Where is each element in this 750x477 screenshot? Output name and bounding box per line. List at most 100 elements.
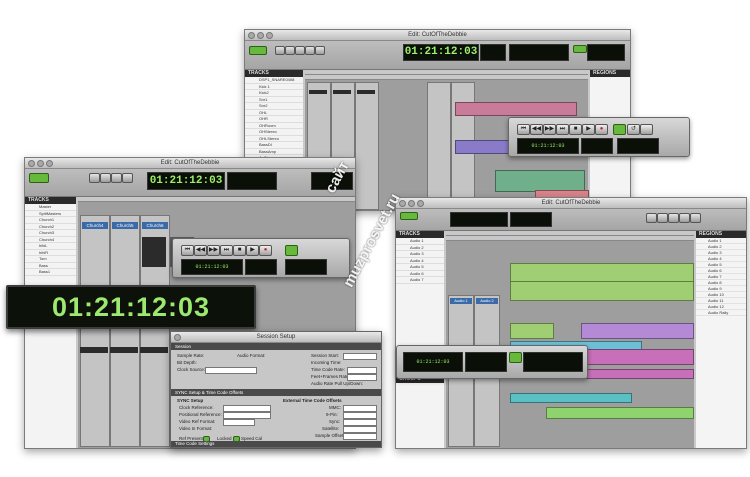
select-tool-button[interactable] (111, 173, 122, 183)
markers-ruler[interactable] (446, 236, 694, 241)
sample-offset-field[interactable] (343, 433, 377, 440)
online-button[interactable] (509, 352, 522, 363)
ninepin-label: 9-Pin: (326, 412, 338, 417)
dialog-title: Session Setup (256, 334, 296, 340)
clock-reference-select[interactable] (223, 405, 271, 412)
grid-button[interactable] (573, 45, 587, 53)
ffwd-button[interactable]: ▶▶ (207, 245, 220, 256)
transport-counter-2 (581, 138, 613, 154)
channel-name[interactable]: Church4 (82, 222, 108, 229)
transport-tempo (285, 259, 327, 275)
mode-button[interactable] (400, 212, 418, 220)
transport-tempo (617, 138, 659, 154)
audio-region[interactable] (581, 349, 694, 365)
sync-field[interactable] (343, 419, 377, 426)
clock-reference-label: Clock Reference: (179, 405, 214, 410)
clock-source-select[interactable] (205, 367, 257, 374)
nudge-display (509, 44, 569, 61)
trim-tool-button[interactable] (657, 213, 668, 223)
ffwd-button[interactable]: ▶▶ (543, 124, 556, 135)
mode-button[interactable] (249, 46, 267, 55)
timeline-ruler[interactable] (78, 197, 355, 202)
zoom-button[interactable] (646, 213, 657, 223)
go-to-end-button[interactable]: ⏭ (556, 124, 569, 135)
record-button[interactable]: ● (595, 124, 608, 135)
channel-name[interactable]: Audio 2 (476, 298, 498, 304)
online-button[interactable] (613, 124, 626, 135)
channel-name[interactable]: Audio 1 (450, 298, 472, 304)
positional-reference-select[interactable] (223, 412, 271, 419)
grabber-tool-button[interactable] (122, 173, 133, 183)
title-bar: Edit: CutOfTheDebbie (25, 158, 355, 169)
sync-setup-label: SYNC Setup (177, 398, 204, 403)
insert-slot[interactable] (142, 237, 166, 267)
play-button[interactable]: ▶ (246, 245, 259, 256)
record-button[interactable]: ● (259, 245, 272, 256)
regions-list[interactable]: Audio 1 Audio 2 Audio 3 Audio 4 Audio 5 … (696, 238, 746, 448)
insert-slot[interactable] (309, 90, 327, 94)
play-button[interactable]: ▶ (582, 124, 595, 135)
stop-button[interactable]: ■ (569, 124, 582, 135)
insert-slot[interactable] (333, 90, 351, 94)
prerole-button[interactable] (640, 124, 653, 135)
trim-tool-button[interactable] (285, 46, 295, 55)
groups-list[interactable] (396, 383, 444, 448)
mode-button[interactable] (29, 173, 49, 183)
mmc-field[interactable] (343, 405, 377, 412)
ninepin-field[interactable] (343, 412, 377, 419)
audio-region[interactable] (510, 263, 694, 283)
pencil-tool-button[interactable] (690, 213, 701, 223)
select-tool-button[interactable] (668, 213, 679, 223)
audio-region[interactable] (510, 323, 554, 339)
transport-counter: 01:21:12:03 (517, 138, 579, 154)
toolbar: 01:21:12:03 (25, 169, 355, 197)
video-ref-format-select[interactable] (223, 419, 255, 426)
audio-region[interactable] (510, 281, 694, 301)
track-list-item[interactable]: Bass1 (25, 269, 76, 276)
return-to-zero-button[interactable]: ⏮ (517, 124, 530, 135)
satellite-field[interactable] (343, 426, 377, 433)
loop-button[interactable]: ↺ (627, 124, 640, 135)
insert-slot[interactable] (357, 90, 375, 94)
title-bar: Edit: CutOfTheDebbie (396, 198, 746, 209)
region-item[interactable]: Audio Rally (696, 310, 746, 316)
track-list-item[interactable]: Audio 7 (396, 277, 444, 284)
session-start-field[interactable] (343, 353, 377, 360)
transport-tempo (523, 352, 583, 372)
go-to-end-button[interactable]: ⏭ (220, 245, 233, 256)
grabber-tool-button[interactable] (305, 46, 315, 55)
zoom-button[interactable] (275, 46, 285, 55)
stop-button[interactable]: ■ (233, 245, 246, 256)
session-start-label: Session Start: (311, 353, 340, 358)
clock-source-label: Clock Source: (177, 367, 206, 372)
session-setup-dialog: Session Setup Session Sample Rate: Bit D… (170, 331, 382, 448)
online-button[interactable] (285, 245, 298, 256)
audio-region[interactable] (455, 102, 577, 116)
insert-slot[interactable] (110, 347, 138, 353)
pencil-tool-button[interactable] (315, 46, 325, 55)
transport-window: ⏮ ◀◀ ▶▶ ⏭ ■ ▶ ● 01:21:12:03 (172, 238, 350, 278)
grabber-tool-button[interactable] (679, 213, 690, 223)
audio-region[interactable] (510, 393, 632, 403)
markers-ruler[interactable] (305, 75, 588, 80)
insert-slot[interactable] (140, 347, 168, 353)
time-code-rate-select[interactable] (347, 367, 377, 374)
channel-name[interactable]: Church5 (112, 222, 138, 229)
trim-tool-button[interactable] (100, 173, 111, 183)
feet-frames-select[interactable] (347, 374, 377, 381)
return-to-zero-button[interactable]: ⏮ (181, 245, 194, 256)
insert-slot[interactable] (80, 347, 108, 353)
mixer-strip (427, 82, 451, 210)
audio-region[interactable] (546, 407, 694, 419)
zoom-button[interactable] (89, 173, 100, 183)
select-tool-button[interactable] (295, 46, 305, 55)
rewind-button[interactable]: ◀◀ (530, 124, 543, 135)
audio-region[interactable] (581, 323, 694, 339)
audio-region[interactable] (495, 170, 585, 192)
rewind-button[interactable]: ◀◀ (194, 245, 207, 256)
regions-header: REGIONS (590, 70, 630, 77)
start-end-display (227, 172, 277, 190)
audio-region[interactable] (581, 369, 694, 379)
channel-name[interactable]: Church6 (142, 222, 168, 229)
edit-timeline[interactable]: Audio 1 Audio 2 (446, 231, 694, 448)
